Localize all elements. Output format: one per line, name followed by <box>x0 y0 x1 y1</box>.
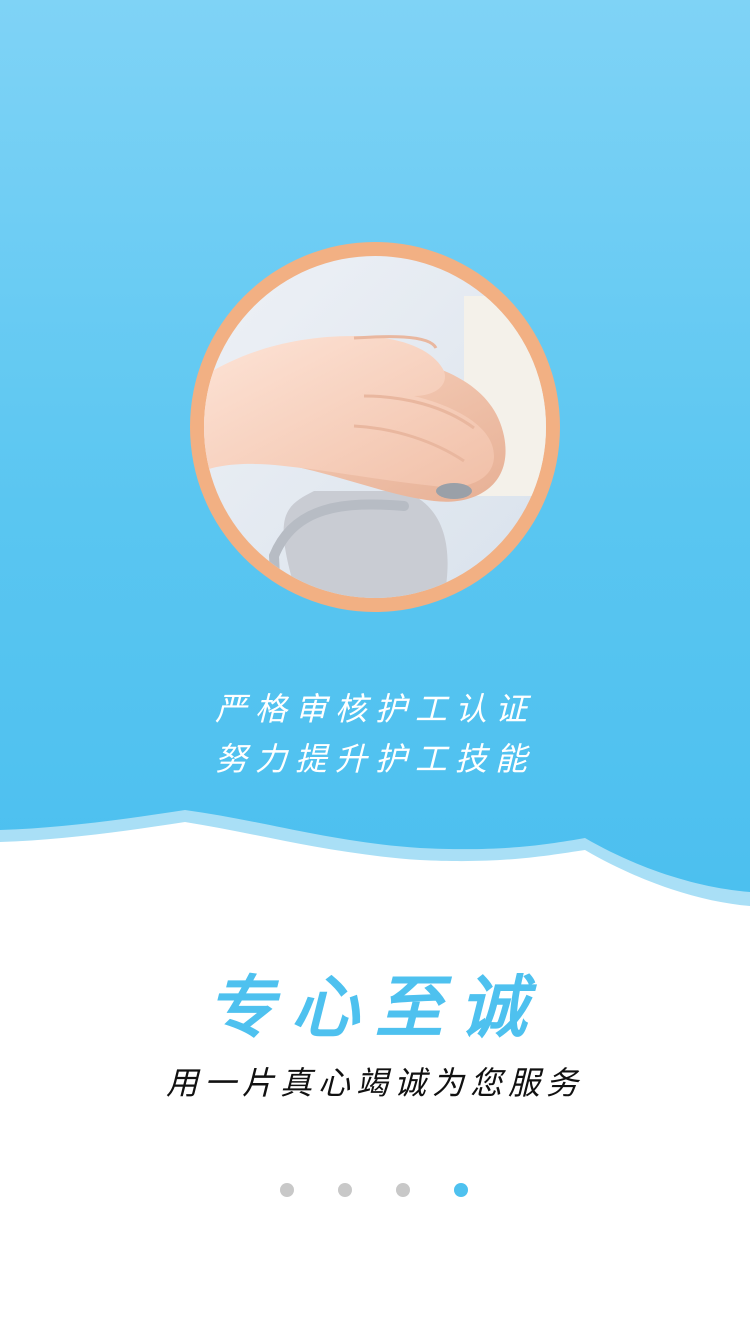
page-dot-1[interactable] <box>280 1183 294 1197</box>
subline: 用一片真心竭诚为您服务 <box>165 1064 584 1102</box>
page-indicator <box>0 1183 750 1199</box>
page-dot-3[interactable] <box>396 1183 410 1197</box>
headline: 专心至诚 <box>206 968 543 1048</box>
onboarding-screen[interactable]: 严格审核护工认证 努力提升护工技能 专心至诚 用一片真心竭诚为您服务 <box>0 0 750 1334</box>
hands-photo <box>204 256 546 598</box>
page-dot-2[interactable] <box>338 1183 352 1197</box>
wave-divider <box>0 810 750 930</box>
tagline-line-1: 严格审核护工认证 <box>214 690 535 728</box>
tagline-line-2: 努力提升护工技能 <box>214 740 535 778</box>
photo-frame <box>190 242 560 612</box>
page-dot-4-active[interactable] <box>454 1183 468 1197</box>
